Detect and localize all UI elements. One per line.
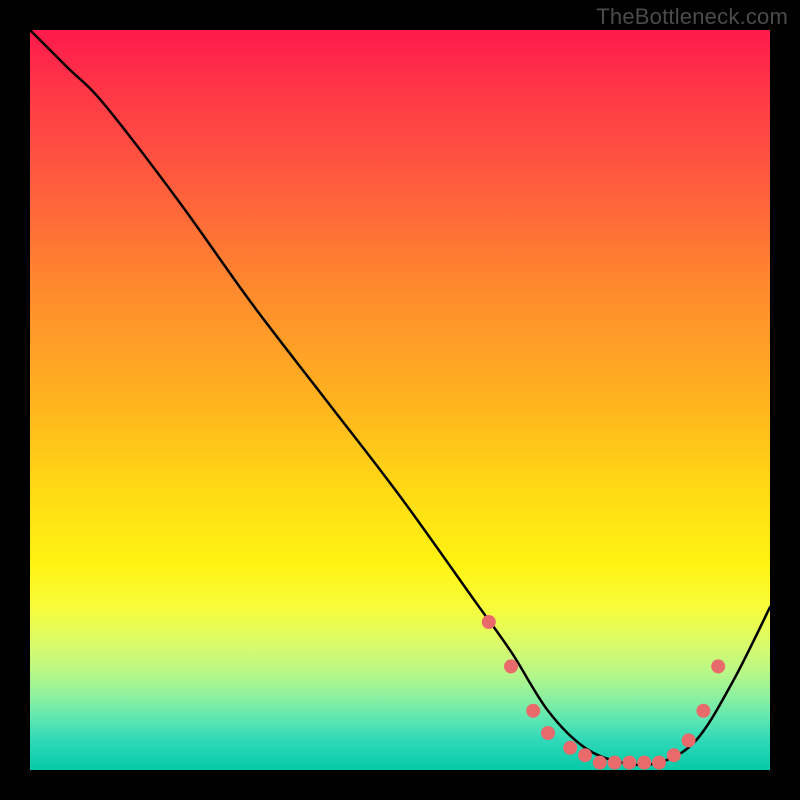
highlight-point xyxy=(667,748,681,762)
highlight-point xyxy=(622,756,636,770)
highlight-point xyxy=(637,756,651,770)
highlight-point xyxy=(608,756,622,770)
highlight-point xyxy=(578,748,592,762)
chart-stage: TheBottleneck.com xyxy=(0,0,800,800)
highlight-point xyxy=(711,659,725,673)
highlight-point xyxy=(593,756,607,770)
chart-svg-overlay xyxy=(30,30,770,770)
highlight-point xyxy=(563,741,577,755)
bottleneck-curve-path xyxy=(30,30,770,765)
highlight-point xyxy=(652,756,666,770)
highlight-point xyxy=(682,733,696,747)
highlight-point xyxy=(541,726,555,740)
watermark-text: TheBottleneck.com xyxy=(596,4,788,30)
highlight-point xyxy=(696,704,710,718)
highlight-point xyxy=(482,615,496,629)
highlight-points-group xyxy=(482,615,725,770)
highlight-point xyxy=(526,704,540,718)
highlight-point xyxy=(504,659,518,673)
